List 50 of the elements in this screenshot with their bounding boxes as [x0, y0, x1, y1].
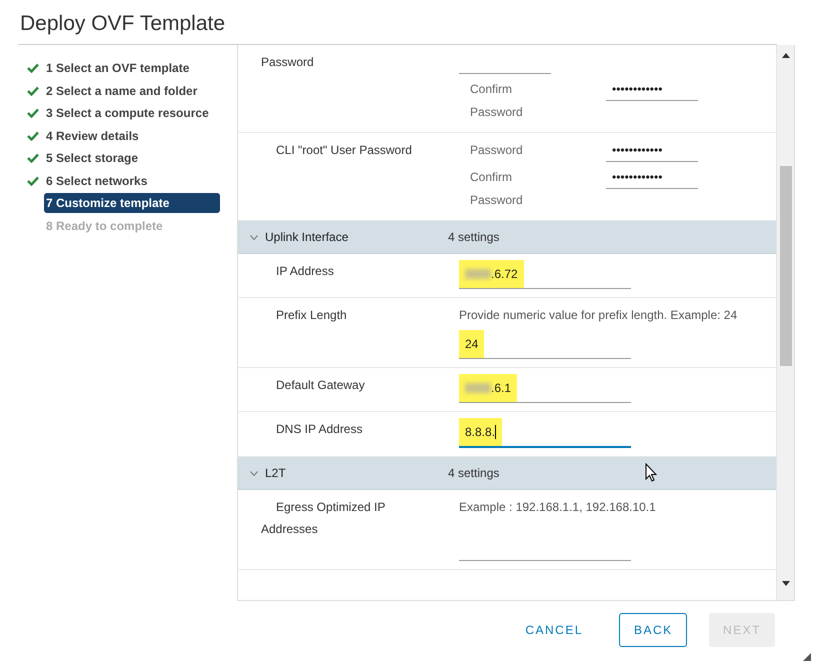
- text-caret: [495, 425, 496, 439]
- field-value: 8.8.8.: [465, 425, 496, 439]
- input-field[interactable]: ••••••••••••: [606, 139, 698, 162]
- input-field[interactable]: 24: [459, 330, 631, 359]
- field-value: .6.1: [491, 381, 512, 395]
- input-field[interactable]: 8.8.8.: [459, 418, 631, 448]
- field-value: .6.72: [491, 267, 518, 281]
- section-header[interactable]: Uplink Interface 4 settings: [238, 221, 776, 254]
- input-field[interactable]: ••••••••••••: [606, 166, 698, 189]
- setting-label: CLI "root" User Password: [275, 142, 413, 159]
- input-field[interactable]: .6.72: [459, 260, 631, 289]
- back-button[interactable]: BACK: [619, 613, 687, 647]
- wizard-step[interactable]: 6 Select networks: [44, 170, 154, 191]
- settings-count: 4 settings: [448, 230, 500, 244]
- input-field[interactable]: ••••••••••••: [606, 78, 698, 101]
- wizard-step[interactable]: 7 Customize template: [44, 193, 220, 214]
- wizard-step[interactable]: 4 Review details: [44, 126, 145, 146]
- scroll-up-icon[interactable]: [782, 53, 790, 58]
- field-label: Confirm Password: [470, 81, 524, 121]
- wizard-step[interactable]: 1 Select an OVF template: [44, 58, 196, 78]
- chevron-icon[interactable]: [250, 234, 258, 240]
- wizard-step[interactable]: 2 Select a name and folder: [44, 80, 204, 101]
- field-value: ••••••••••••: [612, 82, 662, 96]
- field-hint: Example : 192.168.1.1, 192.168.10.1: [459, 499, 657, 516]
- scrollbar-thumb[interactable]: [780, 166, 792, 366]
- wizard-step[interactable]: 5 Select storage: [44, 148, 144, 168]
- setting-label: Prefix Length: [275, 307, 348, 324]
- setting-label: Password: [260, 54, 315, 71]
- window-title: Deploy OVF Template: [18, 12, 777, 45]
- section-title: Uplink Interface: [265, 230, 348, 244]
- wizard-step[interactable]: 3 Select a compute resource: [44, 103, 215, 124]
- field-label: Confirm Password: [470, 169, 524, 209]
- field-value: 24: [465, 337, 478, 351]
- field-value: ••••••••••••: [612, 170, 662, 184]
- setting-label: Egress Optimized IP Addresses: [260, 499, 386, 538]
- mouse-pointer-icon: [645, 463, 657, 482]
- field-value: ••••••••••••: [612, 143, 662, 157]
- input-field[interactable]: .6.1: [459, 374, 631, 403]
- setting-label: Default Gateway: [275, 377, 366, 394]
- scrollbar[interactable]: [777, 45, 794, 600]
- section-title: L2T: [265, 466, 286, 480]
- field-hint: Provide numeric value for prefix length. Example: 24: [459, 307, 738, 324]
- settings-count: 4 settings: [448, 466, 500, 480]
- section-header[interactable]: L2T 4 settings: [238, 457, 776, 490]
- resize-grip-icon[interactable]: [803, 653, 811, 661]
- chevron-icon[interactable]: [250, 470, 258, 476]
- setting-label: IP Address: [275, 263, 335, 280]
- field-label: Password: [470, 142, 524, 159]
- setting-label: DNS IP Address: [275, 421, 364, 438]
- scroll-down-icon[interactable]: [782, 581, 790, 586]
